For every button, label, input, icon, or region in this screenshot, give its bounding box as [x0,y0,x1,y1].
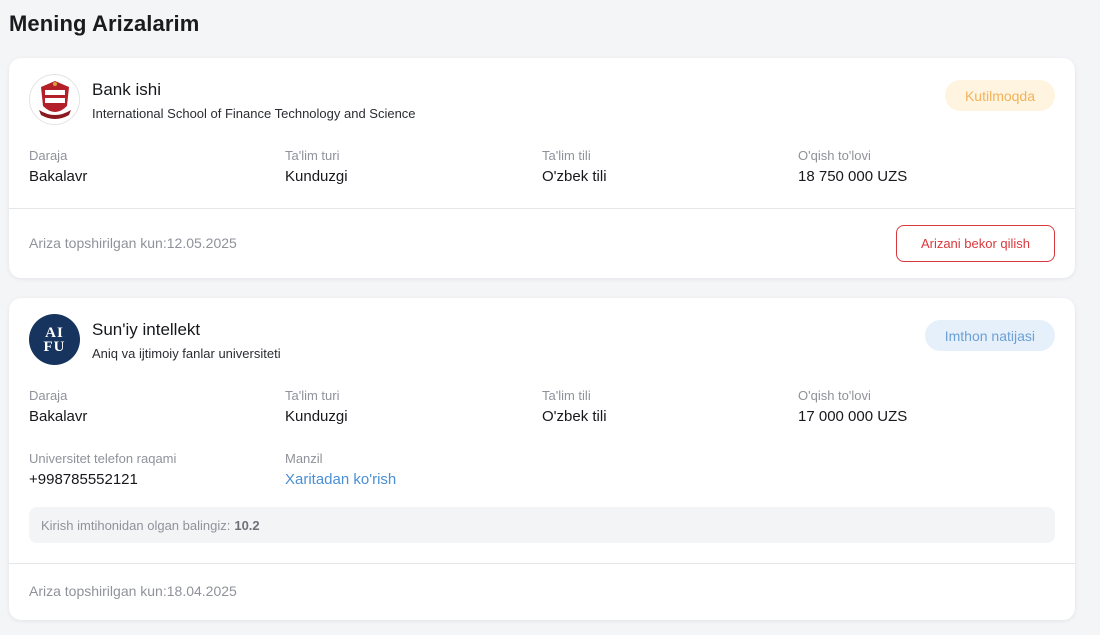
study-form-label: Ta'lim turi [285,148,340,163]
tuition-value: 17 000 000 UZS [798,408,908,425]
degree-field: Daraja Bakalavr [29,148,87,185]
logo-text-bottom: FU [43,338,66,355]
degree-label: Daraja [29,388,68,403]
phone-label: Universitet telefon raqami [29,451,177,466]
submitted-date: Ariza topshirilgan kun:18.04.2025 [29,583,237,599]
applications-page: Mening Arizalarim Bank ishi Internationa… [0,0,1100,635]
logo-text-top: AI [45,324,64,341]
language-value: O'zbek tili [542,408,607,425]
tuition-field: O'qish to'lovi 17 000 000 UZS [798,388,907,425]
study-form-label: Ta'lim turi [285,388,340,403]
card-divider [9,208,1075,209]
isft-emblem-icon [38,80,71,119]
score-label: Kirish imtihonidan olgan balingiz: [41,517,231,533]
page-title: Mening Arizalarim [9,11,200,36]
university-logo: AI FU [29,314,80,365]
program-name: Sun'iy intellekt [92,320,201,339]
phone-field: Universitet telefon raqami +998785552121 [29,451,176,488]
language-label: Ta'lim tili [542,148,591,163]
degree-value: Bakalavr [29,168,88,185]
submitted-value: 12.05.2025 [166,235,237,251]
degree-value: Bakalavr [29,408,88,425]
program-name: Bank ishi [92,80,161,99]
status-badge: Kutilmoqda [944,80,1055,111]
language-label: Ta'lim tili [542,388,591,403]
status-badge: Imthon natijasi [924,320,1055,351]
tuition-field: O'qish to'lovi 18 750 000 UZS [798,148,907,185]
university-name: International School of Finance Technolo… [92,106,416,121]
language-field: Ta'lim tili O'zbek tili [542,388,607,425]
map-link[interactable]: Xaritadan ko'rish [285,471,396,488]
language-field: Ta'lim tili O'zbek tili [542,148,607,185]
application-card: Bank ishi International School of Financ… [9,58,1075,278]
study-form-field: Ta'lim turi Kunduzgi [285,148,348,185]
submitted-value: 18.04.2025 [166,583,237,599]
application-card: AI FU Sun'iy intellekt Aniq va ijtimoiy … [9,298,1075,620]
study-form-field: Ta'lim turi Kunduzgi [285,388,348,425]
address-label: Manzil [285,451,323,466]
tuition-label: O'qish to'lovi [798,388,871,403]
degree-label: Daraja [29,148,68,163]
phone-value: +998785552121 [29,471,138,488]
study-form-value: Kunduzgi [285,168,348,185]
tuition-label: O'qish to'lovi [798,148,871,163]
submitted-label: Ariza topshirilgan kun: [29,235,167,251]
address-field: Manzil Xaritadan ko'rish [285,451,396,488]
score-value: 10.2 [234,517,260,533]
study-form-value: Kunduzgi [285,408,348,425]
language-value: O'zbek tili [542,168,607,185]
degree-field: Daraja Bakalavr [29,388,87,425]
tuition-value: 18 750 000 UZS [798,168,908,185]
university-name: Aniq va ijtimoiy fanlar universiteti [92,346,281,361]
card-divider [9,563,1075,564]
submitted-date: Ariza topshirilgan kun:12.05.2025 [29,235,237,251]
exam-score-box: Kirish imtihonidan olgan balingiz: 10.2 [29,507,1055,543]
submitted-label: Ariza topshirilgan kun: [29,583,167,599]
cancel-application-button[interactable]: Arizani bekor qilish [896,225,1055,262]
university-logo [29,74,80,125]
